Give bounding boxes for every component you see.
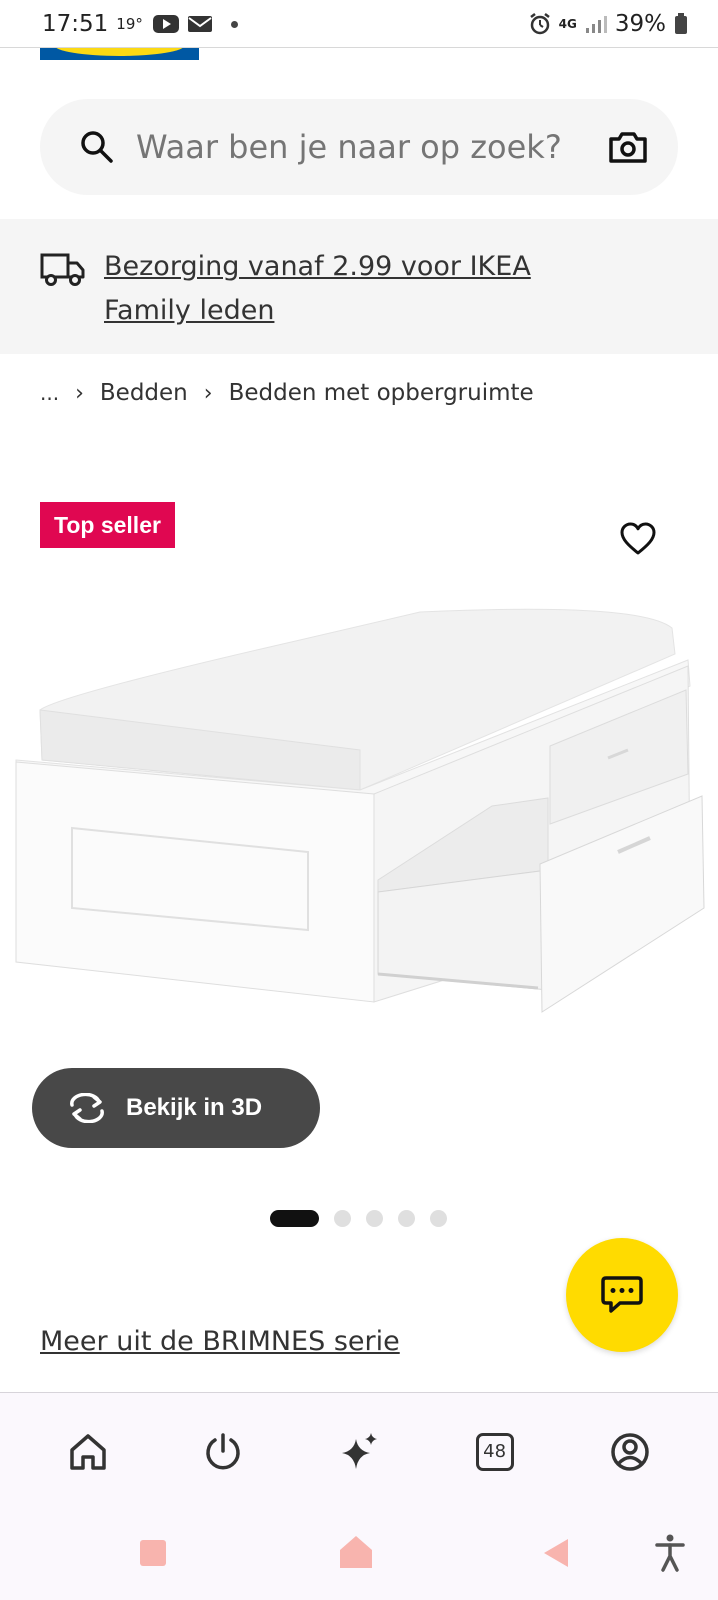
- chevron-right-icon: ›: [75, 380, 84, 406]
- battery-percent: 39%: [614, 11, 666, 37]
- battery-icon: [675, 13, 687, 34]
- carousel-dot-3[interactable]: [366, 1210, 383, 1227]
- logo-oval: [54, 48, 185, 56]
- status-right: 4G 39%: [529, 11, 688, 37]
- search-bar[interactable]: [40, 99, 678, 195]
- notification-dot-icon: [230, 20, 238, 28]
- carousel-dot-1[interactable]: [270, 1210, 319, 1227]
- product-image[interactable]: [0, 590, 718, 1040]
- browser-bottom-nav: 48: [0, 1392, 718, 1510]
- account-button[interactable]: [600, 1422, 660, 1482]
- ikea-logo[interactable]: [40, 48, 199, 60]
- account-icon: [611, 1432, 649, 1471]
- breadcrumb-item-bedden[interactable]: Bedden: [100, 380, 188, 406]
- carousel-dot-2[interactable]: [334, 1210, 351, 1227]
- accessibility-icon: [655, 1534, 685, 1572]
- breadcrumb-item-storage-beds[interactable]: Bedden met opbergruimte: [229, 380, 534, 406]
- youtube-icon: [152, 15, 179, 33]
- back-icon: [544, 1539, 568, 1567]
- rotate-3d-icon: [70, 1093, 104, 1123]
- view-3d-label: Bekijk in 3D: [126, 1094, 263, 1121]
- tabs-count-icon: 48: [475, 1432, 514, 1471]
- home-icon: [70, 1433, 106, 1470]
- chat-icon: [601, 1276, 643, 1313]
- breadcrumb-more[interactable]: ...: [40, 381, 59, 405]
- sparkle-icon: [341, 1432, 377, 1469]
- delivery-link[interactable]: Bezorging vanaf 2.99 voor IKEA Family le…: [104, 245, 614, 354]
- recents-button[interactable]: [138, 1538, 168, 1568]
- series-link[interactable]: Meer uit de BRIMNES serie: [40, 1326, 400, 1357]
- back-button[interactable]: [540, 1536, 572, 1570]
- recents-icon: [140, 1540, 166, 1566]
- signal-icon: [585, 16, 607, 33]
- power-icon: [206, 1432, 241, 1469]
- top-seller-badge: Top seller: [40, 502, 175, 548]
- chevron-right-icon: ›: [203, 380, 213, 406]
- ai-assistant-button[interactable]: [329, 1422, 389, 1482]
- truck-icon: [40, 253, 85, 286]
- mail-icon: [187, 16, 212, 32]
- breadcrumb: ... › Bedden › Bedden met opbergruimte: [40, 380, 534, 406]
- carousel-dots: [270, 1210, 447, 1227]
- chat-button[interactable]: [566, 1238, 678, 1352]
- accessibility-button[interactable]: [654, 1534, 686, 1572]
- view-3d-button[interactable]: Bekijk in 3D: [32, 1068, 320, 1148]
- camera-icon[interactable]: [608, 130, 648, 164]
- system-nav-bar: [0, 1510, 718, 1600]
- power-button[interactable]: [193, 1422, 253, 1482]
- status-bar: 17:51 19° 4G 39%: [0, 0, 718, 48]
- system-home-icon: [340, 1536, 372, 1568]
- carousel-dot-5[interactable]: [430, 1210, 447, 1227]
- home-button[interactable]: [58, 1422, 118, 1482]
- alarm-icon: [529, 13, 550, 35]
- status-time: 17:51: [42, 11, 109, 37]
- search-icon: [81, 131, 113, 163]
- tabs-button[interactable]: 48: [465, 1422, 525, 1482]
- status-temperature: 19°: [116, 15, 143, 33]
- status-left: 17:51 19°: [42, 11, 238, 37]
- network-type: 4G: [558, 17, 577, 31]
- bed-illustration: [15, 608, 705, 1013]
- system-home-button[interactable]: [336, 1534, 376, 1570]
- search-input[interactable]: [136, 128, 608, 166]
- carousel-dot-4[interactable]: [398, 1210, 415, 1227]
- delivery-banner: Bezorging vanaf 2.99 voor IKEA Family le…: [0, 219, 718, 354]
- heart-icon[interactable]: [620, 522, 656, 556]
